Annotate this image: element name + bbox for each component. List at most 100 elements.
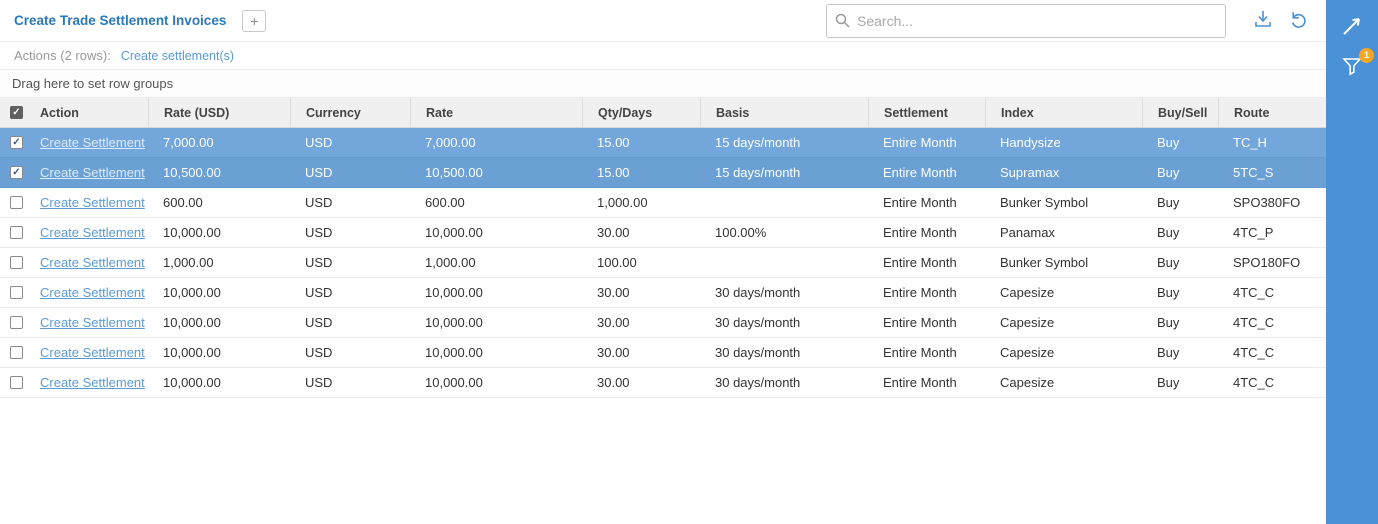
cell-qty-days: 30.00 — [582, 308, 700, 337]
column-header-currency[interactable]: Currency — [290, 98, 410, 127]
cell-route: SPO380FO — [1218, 188, 1326, 217]
cell-rate: 7,000.00 — [410, 128, 582, 157]
cell-settlement: Entire Month — [868, 248, 985, 277]
column-header-qty-days[interactable]: Qty/Days — [582, 98, 700, 127]
column-header-index[interactable]: Index — [985, 98, 1142, 127]
create-settlement-link[interactable]: Create Settlement — [40, 285, 145, 300]
table-row[interactable]: Create Settlement10,000.00USD10,000.0030… — [0, 278, 1326, 308]
chart-tool-button[interactable] — [1334, 10, 1370, 46]
table-row[interactable]: Create Settlement10,000.00USD10,000.0030… — [0, 308, 1326, 338]
create-settlement-link[interactable]: Create Settlement — [40, 375, 145, 390]
cell-buy-sell: Buy — [1142, 308, 1218, 337]
create-settlement-link[interactable]: Create Settlement — [40, 255, 145, 270]
table-row[interactable]: Create Settlement10,000.00USD10,000.0030… — [0, 338, 1326, 368]
cell-settlement: Entire Month — [868, 158, 985, 187]
cell-route: 4TC_P — [1218, 218, 1326, 247]
row-checkbox-cell — [0, 218, 34, 247]
search-box — [826, 4, 1226, 38]
cell-route: 5TC_S — [1218, 158, 1326, 187]
cell-basis: 15 days/month — [700, 128, 868, 157]
column-header-basis[interactable]: Basis — [700, 98, 868, 127]
table-row[interactable]: Create Settlement7,000.00USD7,000.0015.0… — [0, 128, 1326, 158]
table-row[interactable]: Create Settlement1,000.00USD1,000.00100.… — [0, 248, 1326, 278]
cell-buy-sell: Buy — [1142, 128, 1218, 157]
cell-action: Create Settlement — [34, 128, 148, 157]
create-settlement-link[interactable]: Create Settlement — [40, 165, 145, 180]
add-button[interactable]: + — [242, 10, 266, 32]
row-checkbox[interactable] — [10, 256, 23, 269]
select-all-checkbox[interactable] — [10, 106, 23, 119]
cell-basis: 15 days/month — [700, 158, 868, 187]
create-settlement-link[interactable]: Create Settlement — [40, 195, 145, 210]
row-checkbox-cell — [0, 128, 34, 157]
undo-icon — [1289, 9, 1309, 32]
cell-settlement: Entire Month — [868, 278, 985, 307]
cell-action: Create Settlement — [34, 278, 148, 307]
row-checkbox[interactable] — [10, 166, 23, 179]
column-header-route[interactable]: Route — [1218, 98, 1326, 127]
download-button[interactable] — [1248, 6, 1278, 36]
cell-basis: 30 days/month — [700, 308, 868, 337]
app-window: Create Trade Settlement Invoices + — [0, 0, 1378, 524]
column-header-rate-usd[interactable]: Rate (USD) — [148, 98, 290, 127]
row-checkbox[interactable] — [10, 196, 23, 209]
create-settlement-link[interactable]: Create Settlement — [40, 345, 145, 360]
cell-basis: 30 days/month — [700, 368, 868, 397]
cell-settlement: Entire Month — [868, 308, 985, 337]
create-settlement-link[interactable]: Create Settlement — [40, 225, 145, 240]
cell-rate-usd: 10,000.00 — [148, 338, 290, 367]
cell-currency: USD — [290, 338, 410, 367]
row-checkbox-cell — [0, 368, 34, 397]
cell-currency: USD — [290, 248, 410, 277]
row-checkbox-cell — [0, 248, 34, 277]
cell-index: Capesize — [985, 368, 1142, 397]
search-input[interactable] — [826, 4, 1226, 38]
cell-buy-sell: Buy — [1142, 188, 1218, 217]
cell-qty-days: 30.00 — [582, 278, 700, 307]
cell-index: Capesize — [985, 308, 1142, 337]
row-checkbox[interactable] — [10, 286, 23, 299]
column-header-action[interactable]: Action — [34, 98, 148, 127]
row-checkbox[interactable] — [10, 346, 23, 359]
chart-trend-icon — [1340, 14, 1364, 43]
cell-currency: USD — [290, 128, 410, 157]
actions-label: Actions (2 rows): — [14, 48, 111, 63]
column-header-buy-sell[interactable]: Buy/Sell — [1142, 98, 1218, 127]
cell-buy-sell: Buy — [1142, 338, 1218, 367]
row-checkbox-cell — [0, 308, 34, 337]
tool-sidebar: 1 — [1326, 0, 1378, 524]
create-settlement-link[interactable]: Create Settlement — [40, 315, 145, 330]
filter-count-badge: 1 — [1359, 48, 1374, 63]
cell-currency: USD — [290, 158, 410, 187]
column-header-rate[interactable]: Rate — [410, 98, 582, 127]
cell-index: Capesize — [985, 278, 1142, 307]
row-checkbox[interactable] — [10, 316, 23, 329]
row-checkbox-cell — [0, 278, 34, 307]
row-checkbox[interactable] — [10, 136, 23, 149]
table-row[interactable]: Create Settlement600.00USD600.001,000.00… — [0, 188, 1326, 218]
cell-buy-sell: Buy — [1142, 218, 1218, 247]
create-settlement-link[interactable]: Create Settlement — [40, 135, 145, 150]
column-header-settlement[interactable]: Settlement — [868, 98, 985, 127]
row-group-dropzone[interactable]: Drag here to set row groups — [0, 70, 1326, 98]
cell-index: Bunker Symbol — [985, 188, 1142, 217]
cell-basis: 30 days/month — [700, 338, 868, 367]
create-settlements-link[interactable]: Create settlement(s) — [121, 49, 234, 63]
undo-button[interactable] — [1284, 6, 1314, 36]
cell-rate-usd: 10,000.00 — [148, 308, 290, 337]
row-checkbox-cell — [0, 188, 34, 217]
table-row[interactable]: Create Settlement10,000.00USD10,000.0030… — [0, 368, 1326, 398]
main-panel: Create Trade Settlement Invoices + — [0, 0, 1326, 524]
row-checkbox[interactable] — [10, 376, 23, 389]
cell-rate-usd: 7,000.00 — [148, 128, 290, 157]
cell-rate: 1,000.00 — [410, 248, 582, 277]
table-row[interactable]: Create Settlement10,000.00USD10,000.0030… — [0, 218, 1326, 248]
row-checkbox[interactable] — [10, 226, 23, 239]
table-header-row: Action Rate (USD) Currency Rate Qty/Days… — [0, 98, 1326, 128]
cell-qty-days: 15.00 — [582, 158, 700, 187]
cell-rate-usd: 600.00 — [148, 188, 290, 217]
filter-tool-button[interactable]: 1 — [1334, 50, 1370, 86]
cell-qty-days: 30.00 — [582, 218, 700, 247]
table-row[interactable]: Create Settlement10,500.00USD10,500.0015… — [0, 158, 1326, 188]
cell-route: 4TC_C — [1218, 368, 1326, 397]
